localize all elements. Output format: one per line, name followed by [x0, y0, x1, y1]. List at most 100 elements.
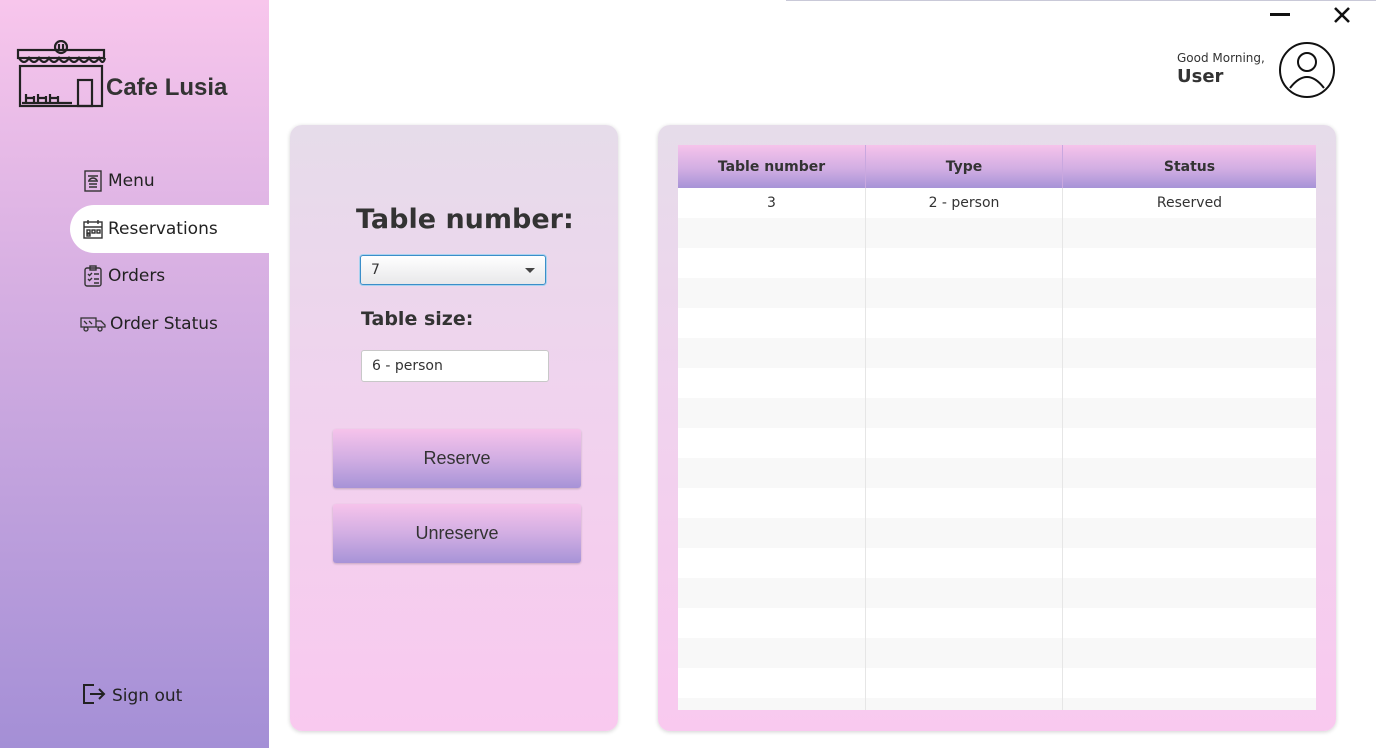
- table-cell: [678, 698, 866, 710]
- table-cell: [866, 278, 1063, 308]
- table-cell: [678, 368, 866, 398]
- table-cell: [1063, 488, 1316, 518]
- table-cell: [866, 398, 1063, 428]
- table-row[interactable]: [678, 428, 1316, 458]
- table-row[interactable]: [678, 278, 1316, 308]
- sidebar-item-label: Order Status: [110, 314, 218, 334]
- table-cell: [866, 248, 1063, 278]
- table-cell: [1063, 578, 1316, 608]
- table-cell: [866, 578, 1063, 608]
- table-size-value: 6 - person: [372, 358, 443, 374]
- table-row[interactable]: [678, 668, 1316, 698]
- close-button[interactable]: [1329, 4, 1355, 26]
- table-header: Table number Type Status: [678, 145, 1316, 188]
- table-number-label: Table number:: [356, 204, 574, 235]
- table-size-field[interactable]: 6 - person: [361, 350, 549, 382]
- table-cell: [1063, 368, 1316, 398]
- table-cell: [866, 668, 1063, 698]
- table-cell: 2 - person: [866, 188, 1063, 218]
- table-cell: [866, 698, 1063, 710]
- table-cell: [678, 608, 866, 638]
- table-cell: [866, 548, 1063, 578]
- user-avatar-icon[interactable]: [1277, 40, 1337, 100]
- table-row[interactable]: [678, 458, 1316, 488]
- table-cell: [866, 458, 1063, 488]
- table-row[interactable]: [678, 398, 1316, 428]
- minimize-button[interactable]: [1267, 4, 1293, 26]
- sidebar-item-label: Menu: [108, 171, 155, 191]
- table-cell: [678, 518, 866, 548]
- table-row[interactable]: [678, 218, 1316, 248]
- table-cell: [678, 458, 866, 488]
- table-cell: [678, 338, 866, 368]
- table-cell: [866, 368, 1063, 398]
- table-cell: [866, 308, 1063, 338]
- table-cell: [1063, 458, 1316, 488]
- table-row[interactable]: [678, 638, 1316, 668]
- sidebar-item-order-status[interactable]: Order Status: [70, 300, 269, 348]
- column-header-table-number[interactable]: Table number: [678, 145, 866, 188]
- table-row[interactable]: [678, 518, 1316, 548]
- table-row[interactable]: [678, 368, 1316, 398]
- table-cell: [678, 398, 866, 428]
- table-number-value: 7: [371, 262, 380, 278]
- table-cell: Reserved: [1156, 195, 1223, 211]
- table-cell: [678, 248, 866, 278]
- reserve-button[interactable]: Reserve: [333, 429, 581, 488]
- table-row[interactable]: [678, 308, 1316, 338]
- table-row[interactable]: [678, 248, 1316, 278]
- close-icon: [1334, 7, 1350, 23]
- table-cell: [1063, 518, 1316, 548]
- unreserve-button[interactable]: Unreserve: [333, 504, 581, 563]
- column-header-type[interactable]: Type: [866, 145, 1063, 188]
- calendar-icon: [82, 218, 104, 240]
- menu-book-icon: [82, 170, 104, 192]
- table-cell: [678, 428, 866, 458]
- table-cell: [678, 668, 866, 698]
- table-cell: [1063, 248, 1316, 278]
- delivery-truck-icon: [80, 313, 106, 335]
- table-cell: [678, 638, 866, 668]
- table-row[interactable]: [678, 488, 1316, 518]
- sidebar-item-label: Reservations: [108, 219, 218, 239]
- table-cell: [1063, 338, 1316, 368]
- sign-out-button[interactable]: Sign out: [80, 681, 182, 711]
- table-cell: [678, 278, 866, 308]
- table-cell: [678, 488, 866, 518]
- table-cell: [678, 308, 866, 338]
- table-cell: [1063, 608, 1316, 638]
- table-row[interactable]: [678, 698, 1316, 710]
- table-cell: [678, 218, 866, 248]
- table-row[interactable]: [678, 608, 1316, 638]
- sidebar-item-orders[interactable]: Orders: [70, 252, 269, 300]
- window-title-strip: [786, 0, 1376, 1]
- sign-out-icon: [80, 681, 106, 711]
- sidebar-item-menu[interactable]: Menu: [70, 157, 269, 205]
- table-number-select[interactable]: 7: [360, 255, 546, 285]
- reservations-table[interactable]: Table number Type Status 32 - person Rese…: [678, 145, 1316, 710]
- greeting-text: Good Morning,: [1177, 51, 1265, 65]
- table-cell: [1063, 638, 1316, 668]
- sidebar-item-reservations[interactable]: Reservations: [70, 205, 269, 253]
- sidebar: Cafe Lusia Menu Reservations Orders Orde…: [0, 0, 269, 748]
- sidebar-item-label: Orders: [108, 266, 166, 286]
- table-cell: [678, 548, 866, 578]
- table-size-label: Table size:: [361, 308, 474, 330]
- table-cell: 3: [678, 188, 866, 218]
- chevron-down-icon: [525, 268, 535, 273]
- table-cell: [866, 518, 1063, 548]
- table-row[interactable]: [678, 548, 1316, 578]
- sign-out-label: Sign out: [112, 686, 183, 706]
- minimize-icon: [1270, 13, 1290, 16]
- table-row[interactable]: [678, 578, 1316, 608]
- table-cell: [866, 428, 1063, 458]
- table-row[interactable]: [678, 338, 1316, 368]
- table-cell: [866, 338, 1063, 368]
- cafe-storefront-icon: [16, 39, 107, 108]
- column-header-status[interactable]: Status: [1063, 145, 1316, 188]
- table-cell: [1063, 278, 1316, 308]
- table-cell: [866, 638, 1063, 668]
- table-row[interactable]: 32 - person Reserved: [678, 188, 1316, 218]
- table-cell: [866, 488, 1063, 518]
- window-bottom-edge: [240, 748, 1376, 754]
